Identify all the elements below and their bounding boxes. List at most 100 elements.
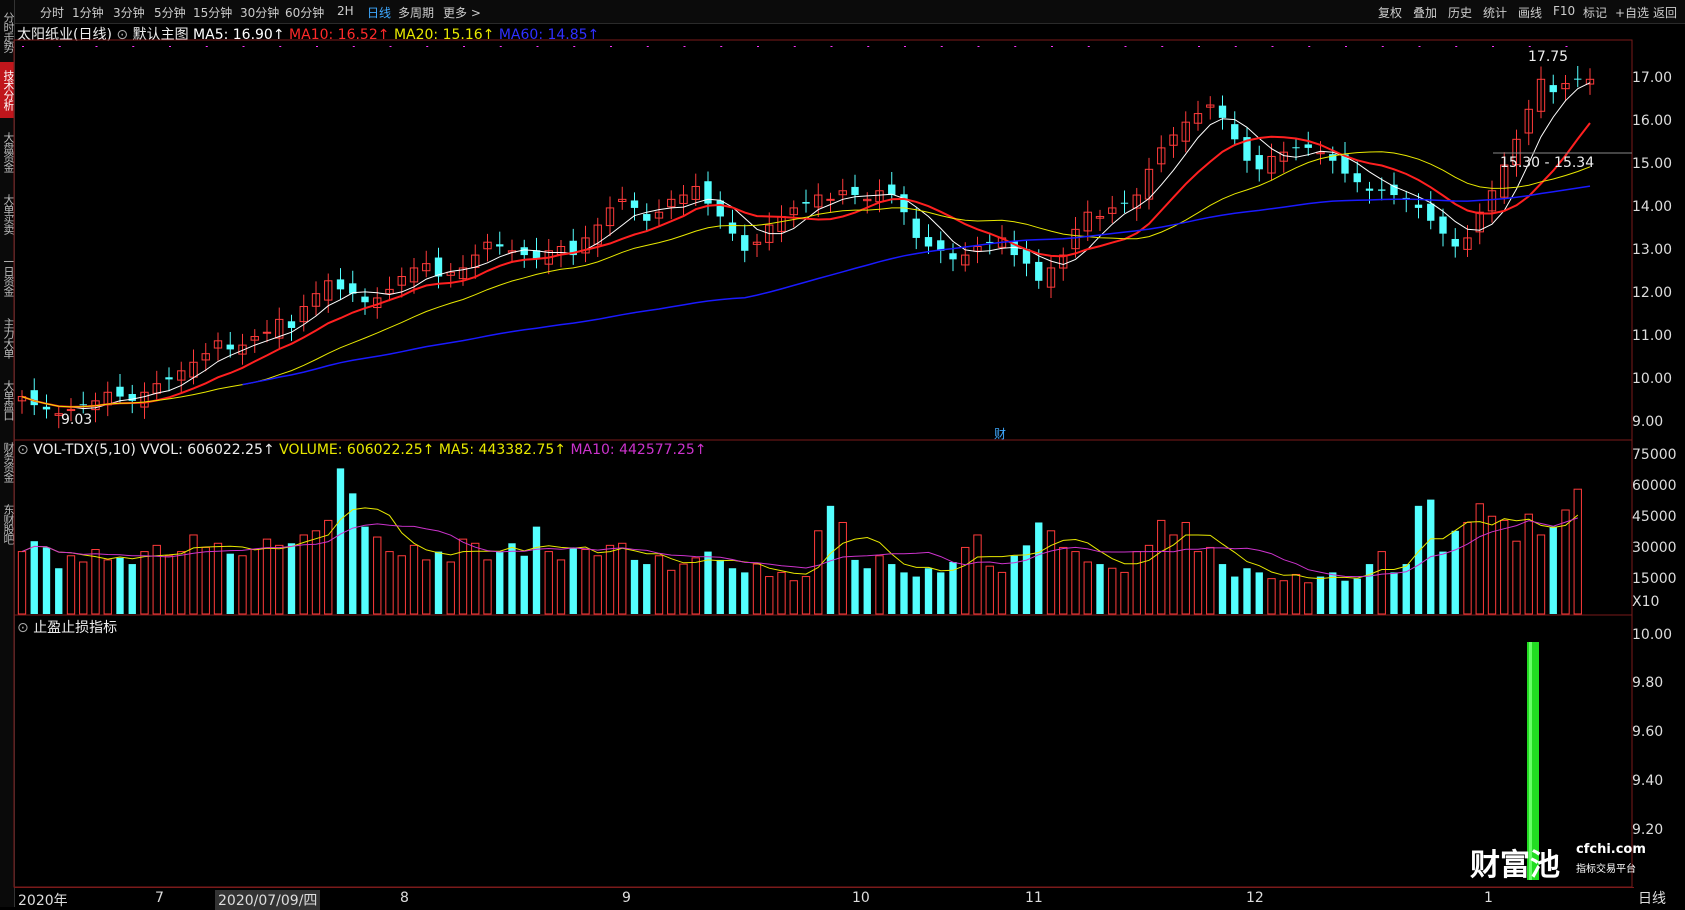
ind-y-tick: 9.60 — [1632, 724, 1664, 740]
volume-bar-down — [520, 555, 528, 614]
candle-body-down — [361, 296, 369, 303]
x-label: 10 — [852, 890, 870, 906]
ind-y-tick: 9.20 — [1632, 822, 1664, 838]
volume-bar-up — [177, 551, 186, 615]
vol-title[interactable]: VOL-TDX(5,10) — [33, 442, 136, 458]
volume-bar-up — [409, 544, 419, 615]
main-y-tick: 15.00 — [1632, 156, 1673, 172]
candle-body-down — [1378, 189, 1386, 191]
volume-bar-down — [1390, 572, 1398, 614]
candle-body-down — [520, 247, 528, 256]
volume-bar-up — [581, 549, 590, 615]
volume-bar-down — [1218, 564, 1227, 614]
top-marker-dot — [1381, 46, 1384, 47]
volume-bar-up — [103, 559, 112, 615]
volume-bar-up — [213, 542, 223, 615]
top-marker-dot — [205, 46, 208, 47]
volume-bar-up — [1463, 521, 1472, 615]
top-marker-dot — [1271, 46, 1274, 47]
top-marker-dot — [95, 46, 98, 47]
top-marker-dot — [463, 46, 465, 47]
vol-ma5-line — [21, 507, 1579, 580]
volume-bar-down — [900, 572, 908, 614]
top-marker-dot — [720, 46, 723, 47]
volume-bar-down — [1439, 551, 1447, 614]
volume-bar-down — [1353, 578, 1361, 614]
volume-bar-down — [1316, 576, 1325, 614]
volume-bar-up — [961, 546, 970, 615]
volume-bar-down — [30, 541, 38, 614]
candle-body-down — [741, 235, 749, 251]
x-label: 1 — [1484, 890, 1493, 906]
x-label: 12 — [1246, 890, 1264, 906]
candle-body-down — [924, 237, 933, 247]
volume-bar-up — [471, 542, 480, 615]
top-marker-dot — [683, 46, 686, 47]
volume-bar-up — [1573, 488, 1582, 615]
indicator-settings-icon[interactable]: ⊙ — [17, 620, 29, 636]
candle-body-down — [1255, 155, 1263, 170]
volume-bar-up — [458, 538, 468, 615]
volume-bar-down — [569, 547, 577, 614]
candle-body-down — [1427, 203, 1435, 221]
candle-body-down — [1218, 105, 1227, 118]
indicator-title[interactable]: 止盈止损指标 — [33, 620, 117, 636]
candle-body-down — [165, 377, 173, 380]
candle-body-down — [1304, 144, 1312, 148]
top-marker-dot — [1492, 46, 1494, 47]
candle-body-down — [1439, 216, 1447, 234]
time-axis: 2020年 7 2020/07/09/四 8 9 10 11 12 1 — [14, 887, 1634, 910]
candle-body-down — [79, 404, 87, 406]
candle-body-down — [496, 244, 504, 247]
volume-bar-up — [997, 571, 1007, 615]
candle-body-down — [1035, 261, 1043, 281]
main-y-tick: 13.00 — [1632, 242, 1673, 258]
volume-bar-up — [483, 559, 492, 615]
top-marker-dot — [1528, 46, 1531, 47]
top-marker-dot — [793, 46, 796, 47]
volume-bar-up — [189, 534, 198, 615]
watermark-brand: 财富池 — [1470, 848, 1560, 883]
candle-body-down — [643, 214, 651, 221]
volume-bar-up — [544, 551, 553, 615]
volume-bar-down — [496, 551, 504, 614]
top-marker-dot — [1345, 46, 1347, 47]
volume-bar-down — [728, 568, 737, 614]
volume-bar-up — [838, 521, 847, 615]
top-marker-dot — [867, 46, 870, 47]
volume-bar-up — [1512, 540, 1521, 615]
candle-body-down — [287, 321, 296, 328]
volume-bar-down — [55, 568, 63, 614]
candle-body-down — [912, 218, 920, 238]
top-marker-dot — [1161, 46, 1164, 47]
volume-bar-up — [679, 563, 688, 615]
indicator-settings-icon[interactable]: ⊙ — [17, 442, 29, 458]
top-marker-dot — [1051, 46, 1053, 47]
volume-bar-up — [1475, 503, 1484, 615]
vol-y-tick: 45000 — [1632, 509, 1677, 525]
volume-bar-down — [1243, 568, 1251, 614]
volume-bar-down — [1010, 555, 1018, 614]
candle-body-down — [226, 344, 234, 350]
volume-bar-up — [1267, 578, 1276, 615]
top-marker-dot — [1455, 46, 1458, 47]
finance-marker[interactable]: 财 — [994, 425, 1006, 442]
volume-bar-up — [1059, 546, 1068, 615]
top-marker-dot — [940, 46, 943, 47]
low-price-label: 9.03 — [61, 412, 93, 428]
volume-bar-down — [128, 564, 136, 614]
volume-bar-down — [434, 551, 443, 614]
top-marker-dot — [573, 46, 576, 47]
candle-body-down — [900, 194, 908, 213]
candle-body-down — [1365, 188, 1374, 191]
volume-bar-down — [741, 572, 749, 614]
volume-bar-up — [164, 555, 174, 615]
candle-body-down — [1414, 204, 1423, 208]
volume-bar-up — [250, 549, 259, 615]
candle-body-down — [1574, 78, 1582, 80]
main-y-tick: 14.00 — [1632, 199, 1673, 215]
volume-bar-up — [1157, 519, 1166, 615]
top-marker-dot — [830, 46, 833, 47]
vol-y-tick: 75000 — [1632, 447, 1677, 463]
candle-body-down — [851, 186, 859, 196]
